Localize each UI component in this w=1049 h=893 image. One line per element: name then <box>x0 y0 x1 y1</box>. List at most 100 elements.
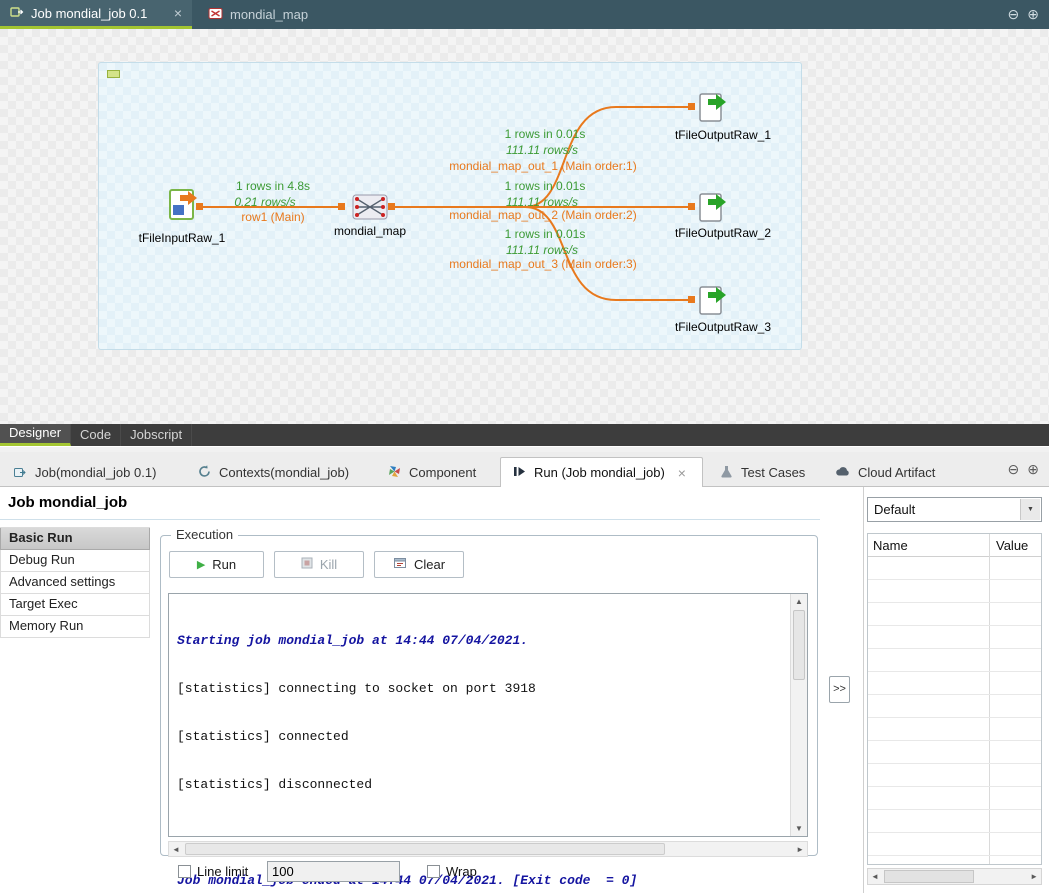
context-variables-table: Name Value <box>867 533 1042 865</box>
scrollbar-thumb[interactable] <box>185 843 665 855</box>
run-view-icon <box>512 464 527 482</box>
tab-job-mondial-job[interactable]: Job mondial_job 0.1 × <box>0 0 192 29</box>
line-limit-label: Line limit <box>197 864 248 879</box>
context-selector[interactable]: Default ▼ <box>867 497 1042 522</box>
tab-label: mondial_map <box>230 7 308 22</box>
table-header: Name Value <box>868 534 1041 557</box>
cloud-icon <box>835 464 851 482</box>
minimize-view-icon[interactable]: ⊖ <box>1008 6 1020 23</box>
tab-run-view[interactable]: Run (Job mondial_job) × <box>500 457 703 487</box>
row-count-stat: 1 rows in 0.01s <box>470 227 620 241</box>
run-job-title: Job mondial_job <box>8 494 127 511</box>
play-icon: ▶ <box>197 558 205 571</box>
row-count-stat: 1 rows in 0.01s <box>470 179 620 193</box>
context-selected-value: Default <box>874 502 915 517</box>
contexts-icon <box>197 464 212 482</box>
close-tab-icon[interactable]: × <box>174 5 182 21</box>
console-horizontal-scrollbar[interactable]: ◄ ► <box>168 841 808 857</box>
console-line: [statistics] connected <box>177 729 777 745</box>
tab-test-cases[interactable]: Test Cases <box>708 458 816 487</box>
maximize-panel-icon[interactable]: ⊕ <box>1027 461 1039 478</box>
tab-contexts-view[interactable]: Contexts(mondial_job) <box>186 458 360 487</box>
scroll-down-icon[interactable]: ▼ <box>791 824 807 833</box>
maximize-view-icon[interactable]: ⊕ <box>1027 6 1039 23</box>
execution-console[interactable]: Starting job mondial_job at 14:44 07/04/… <box>168 593 808 837</box>
chevron-down-icon[interactable]: ▼ <box>1020 499 1040 520</box>
row-rate-stat: 111.11 rows/s <box>467 243 617 257</box>
component-tmap-icon[interactable] <box>351 193 389 224</box>
component-label[interactable]: tFileOutputRaw_3 <box>649 320 797 334</box>
scroll-left-icon[interactable]: ◄ <box>871 872 879 881</box>
scroll-up-icon[interactable]: ▲ <box>791 597 807 606</box>
tab-job-view[interactable]: Job(mondial_job 0.1) <box>2 458 167 487</box>
tab-component-view[interactable]: Component <box>376 458 487 487</box>
column-header-value[interactable]: Value <box>996 538 1028 553</box>
scroll-right-icon[interactable]: ► <box>1030 872 1038 881</box>
panel-view-controls: ⊖ ⊕ <box>1008 452 1039 487</box>
connection-label[interactable]: mondial_map_out_1 (Main order:1) <box>428 159 658 173</box>
tmap-icon <box>208 6 223 24</box>
tab-mondial-map[interactable]: mondial_map <box>198 0 330 29</box>
connection-label[interactable]: row1 (Main) <box>198 210 348 224</box>
scrollbar-thumb[interactable] <box>884 870 974 883</box>
line-limit-input[interactable] <box>267 861 400 882</box>
row-rate-stat: 111.11 rows/s <box>467 143 617 157</box>
component-label[interactable]: tFileInputRaw_1 <box>110 231 254 245</box>
expand-panel-button[interactable]: >> <box>829 676 850 703</box>
component-view-icon <box>387 464 402 482</box>
scroll-right-icon[interactable]: ► <box>796 845 804 854</box>
connection-label[interactable]: mondial_map_out_2 (Main order:2) <box>428 208 658 222</box>
sidebar-item-advanced-settings[interactable]: Advanced settings <box>0 572 150 594</box>
component-tfileoutputraw2-icon[interactable] <box>697 191 729 226</box>
minimize-panel-icon[interactable]: ⊖ <box>1008 461 1020 478</box>
clear-button[interactable]: Clear <box>374 551 464 578</box>
sidebar-item-memory-run[interactable]: Memory Run <box>0 616 150 638</box>
table-horizontal-scrollbar[interactable]: ◄ ► <box>867 868 1042 885</box>
scrollbar-thumb[interactable] <box>793 610 805 680</box>
title-divider <box>0 519 820 520</box>
context-variables-panel: Default ▼ Name Value ◄ ► <box>863 487 1049 893</box>
container-collapse-marker[interactable] <box>107 70 120 78</box>
talend-studio-window: Job mondial_job 0.1 × mondial_map ⊖ ⊕ <box>0 0 1049 893</box>
tab-label: Contexts(mondial_job) <box>219 465 349 480</box>
tab-label: Cloud Artifact <box>858 465 935 480</box>
run-view-panel: Job mondial_job Basic Run Debug Run Adva… <box>0 487 1049 893</box>
kill-button[interactable]: Kill <box>274 551 364 578</box>
component-tfileoutputraw1-icon[interactable] <box>697 91 729 126</box>
console-line: [statistics] connecting to socket on por… <box>177 681 777 697</box>
job-design-canvas[interactable]: tFileInputRaw_1 mondial_map tFileOutputR… <box>0 29 1049 424</box>
test-cases-icon <box>719 464 734 482</box>
sidebar-item-target-exec[interactable]: Target Exec <box>0 594 150 616</box>
execution-group-label: Execution <box>171 527 238 542</box>
component-tfileoutputraw3-icon[interactable] <box>697 284 729 319</box>
sidebar-item-debug-run[interactable]: Debug Run <box>0 550 150 572</box>
connection-label[interactable]: mondial_map_out_3 (Main order:3) <box>428 257 658 271</box>
kill-icon <box>301 557 313 572</box>
table-body[interactable] <box>868 557 1041 864</box>
run-button[interactable]: ▶ Run <box>169 551 264 578</box>
tab-label: Test Cases <box>741 465 805 480</box>
component-label[interactable]: tFileOutputRaw_1 <box>649 128 797 142</box>
editor-view-controls: ⊖ ⊕ <box>1008 0 1039 29</box>
component-label[interactable]: tFileOutputRaw_2 <box>649 226 797 240</box>
tab-label: Job(mondial_job 0.1) <box>35 465 156 480</box>
scroll-left-icon[interactable]: ◄ <box>172 845 180 854</box>
row-count-stat: 1 rows in 4.8s <box>198 179 348 193</box>
tab-label: Component <box>409 465 476 480</box>
wrap-label: Wrap <box>446 864 477 879</box>
tab-cloud-artifact[interactable]: Cloud Artifact <box>824 458 946 487</box>
editor-view-tabs: Designer Code Jobscript <box>0 424 1049 446</box>
sidebar-item-basic-run[interactable]: Basic Run <box>0 528 150 550</box>
column-header-name[interactable]: Name <box>873 538 908 553</box>
line-limit-checkbox[interactable] <box>178 865 191 878</box>
row-rate-stat: 111.11 rows/s <box>467 195 617 209</box>
wrap-checkbox[interactable] <box>427 865 440 878</box>
close-tab-icon[interactable]: × <box>678 465 686 481</box>
component-label[interactable]: mondial_map <box>307 224 433 238</box>
tab-code[interactable]: Code <box>71 424 121 446</box>
tab-jobscript[interactable]: Jobscript <box>121 424 192 446</box>
console-vertical-scrollbar[interactable]: ▲ ▼ <box>790 594 807 836</box>
tab-designer[interactable]: Designer <box>0 424 71 446</box>
editor-tab-bar: Job mondial_job 0.1 × mondial_map ⊖ ⊕ <box>0 0 1049 29</box>
console-line: Starting job mondial_job at 14:44 07/04/… <box>177 633 777 649</box>
